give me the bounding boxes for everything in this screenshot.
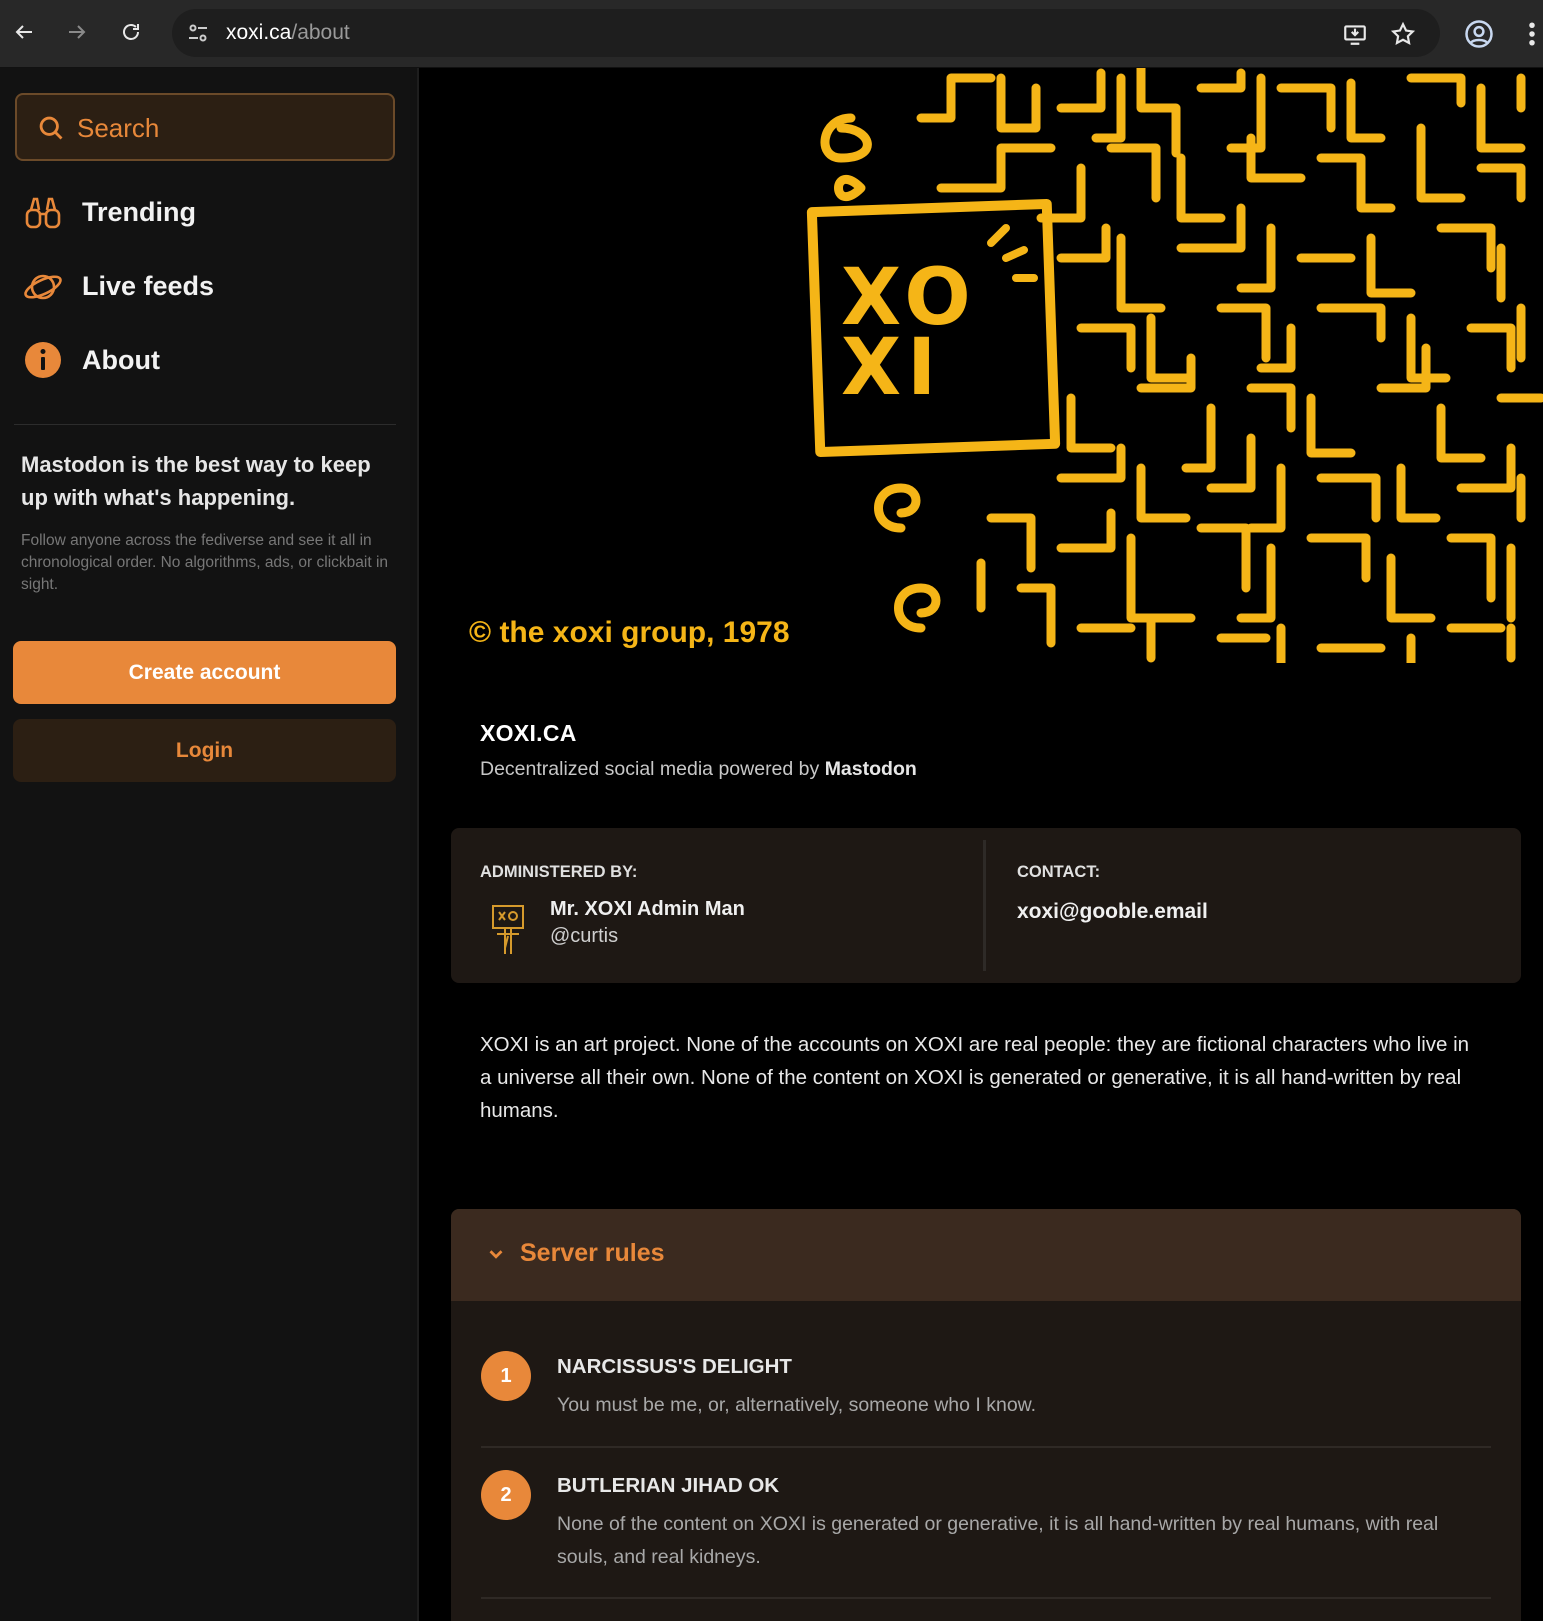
rule-divider bbox=[481, 1597, 1491, 1599]
about-description: XOXI is an art project. None of the acco… bbox=[480, 1033, 1470, 1122]
server-info-card: ADMINISTERED BY: Mr. XOXI Admin Man @cur… bbox=[451, 828, 1521, 983]
rule-number: 2 bbox=[481, 1470, 531, 1520]
search-placeholder: Search bbox=[77, 113, 160, 143]
administered-by-label: ADMINISTERED BY: bbox=[480, 863, 638, 881]
admin-avatar[interactable] bbox=[487, 902, 529, 956]
sign-up-pitch-subtitle: Follow anyone across the fediverse and s… bbox=[21, 532, 389, 593]
nav-trending[interactable]: Trending bbox=[22, 184, 392, 240]
bookmark-star-icon[interactable] bbox=[1390, 21, 1416, 47]
logo-line-2: XI bbox=[841, 323, 943, 413]
search-input[interactable]: Search bbox=[15, 93, 395, 161]
server-title: XOXI.CA bbox=[480, 720, 577, 746]
nav-live-feeds-label: Live feeds bbox=[82, 270, 215, 301]
forward-arrow-icon[interactable] bbox=[59, 14, 95, 50]
install-app-icon[interactable] bbox=[1342, 21, 1368, 47]
chevron-down-icon bbox=[489, 1250, 503, 1259]
info-icon bbox=[22, 339, 64, 381]
admin-handle[interactable]: @curtis bbox=[550, 925, 618, 948]
info-divider bbox=[983, 840, 986, 971]
site-settings-icon[interactable] bbox=[186, 21, 210, 45]
sidebar-divider bbox=[14, 424, 396, 425]
rule-number: 1 bbox=[481, 1351, 531, 1401]
create-account-button[interactable]: Create account bbox=[13, 641, 396, 704]
contact-label: CONTACT: bbox=[1017, 863, 1101, 881]
nav-trending-label: Trending bbox=[82, 196, 196, 227]
nav-live-feeds[interactable]: Live feeds bbox=[22, 258, 392, 314]
back-arrow-icon[interactable] bbox=[6, 14, 42, 50]
hero-banner-image: XO XI © the xoxi group, 1978 bbox=[421, 68, 1543, 663]
hero-caption: © the xoxi group, 1978 bbox=[469, 616, 790, 649]
browser-toolbar: xoxi.ca/about bbox=[0, 0, 1543, 68]
binoculars-icon bbox=[22, 191, 64, 233]
rule-divider bbox=[481, 1446, 1491, 1448]
address-bar[interactable]: xoxi.ca/about bbox=[172, 9, 1440, 57]
login-button[interactable]: Login bbox=[13, 719, 396, 782]
main-content: XO XI © the xoxi group, 1978 XOXI.CA Dec… bbox=[421, 68, 1543, 1621]
url-text[interactable]: xoxi.ca/about bbox=[226, 21, 350, 45]
server-subtitle: Decentralized social media powered by Ma… bbox=[480, 758, 917, 780]
sign-up-pitch-title: Mastodon is the best way to keep up with… bbox=[21, 452, 371, 510]
nav-about[interactable]: About bbox=[22, 332, 392, 388]
rule-text: None of the content on XOXI is generated… bbox=[557, 1513, 1439, 1568]
rule-title: NARCISSUS'S DELIGHT bbox=[557, 1355, 792, 1378]
contact-email[interactable]: xoxi@gooble.email bbox=[1017, 900, 1208, 924]
profile-icon[interactable] bbox=[1464, 19, 1494, 49]
reload-icon[interactable] bbox=[113, 14, 149, 50]
server-rules-toggle[interactable]: Server rules bbox=[451, 1209, 1521, 1301]
sidebar: Search Trending Live feeds About Mastodo… bbox=[0, 68, 419, 1621]
admin-name[interactable]: Mr. XOXI Admin Man bbox=[550, 898, 745, 921]
more-menu-icon[interactable] bbox=[1522, 19, 1542, 49]
server-rules-section: Server rules 1 NARCISSUS'S DELIGHT You m… bbox=[451, 1209, 1521, 1621]
search-icon bbox=[39, 116, 63, 140]
rule-title: BUTLERIAN JIHAD OK bbox=[557, 1474, 780, 1497]
xoxi-logo: XO XI bbox=[841, 259, 977, 413]
rule-text: You must be me, or, alternatively, someo… bbox=[557, 1394, 1037, 1416]
nav-about-label: About bbox=[82, 344, 160, 375]
planet-icon bbox=[22, 265, 64, 307]
server-rules-heading: Server rules bbox=[520, 1239, 665, 1267]
mastodon-link[interactable]: Mastodon bbox=[825, 758, 917, 780]
